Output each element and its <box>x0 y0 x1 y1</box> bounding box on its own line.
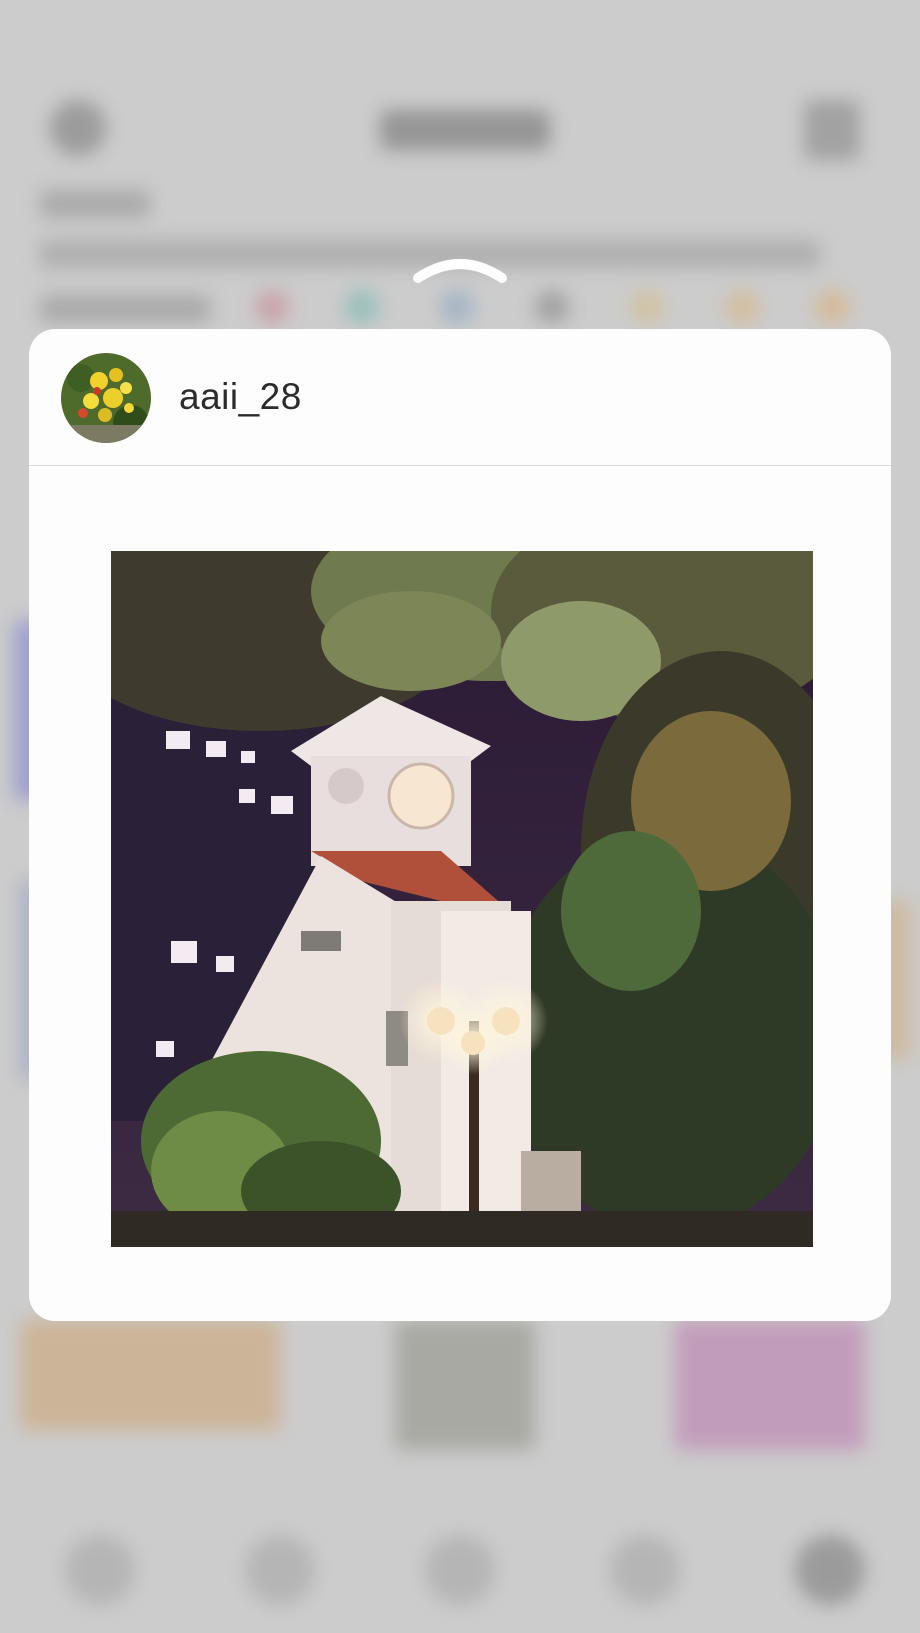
clock-tower-night-photo[interactable] <box>111 551 813 1247</box>
chevron-up-icon[interactable] <box>410 248 510 288</box>
post-preview-header: aaii_28 <box>29 329 891 466</box>
flower-avatar-icon[interactable] <box>61 353 151 443</box>
post-preview-card[interactable]: aaii_28 <box>29 329 891 1321</box>
username[interactable]: aaii_28 <box>179 376 302 418</box>
